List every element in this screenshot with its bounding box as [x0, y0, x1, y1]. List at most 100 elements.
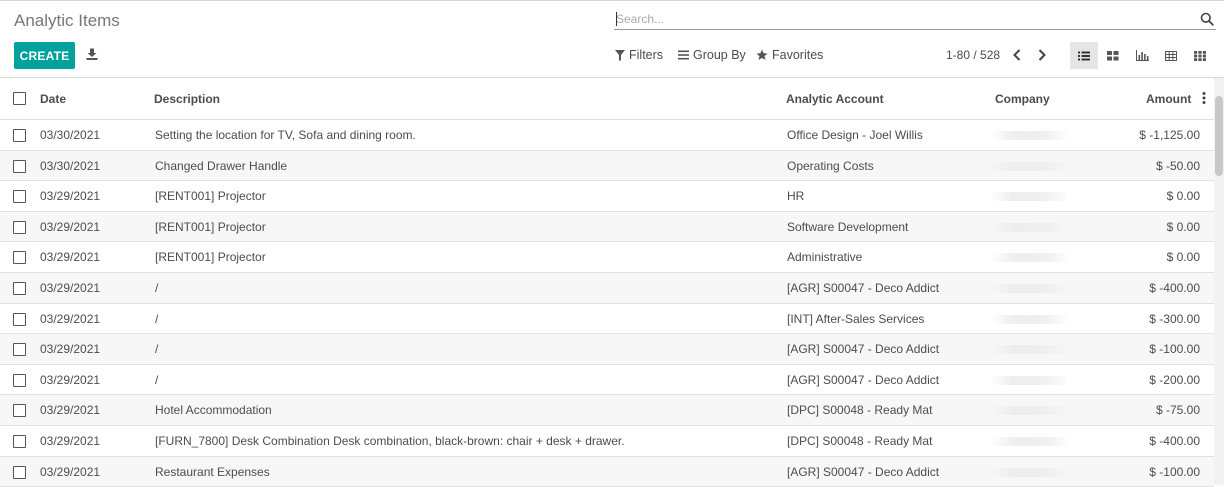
cell-amount: $ -100.00 [1149, 464, 1200, 479]
row-checkbox[interactable] [13, 434, 26, 448]
row-checkbox[interactable] [13, 220, 26, 234]
cell-description: / [155, 372, 159, 387]
cell-amount: $ -75.00 [1155, 403, 1200, 418]
table-row[interactable]: 03/29/2021 [RENT001] Projector Software … [0, 211, 1214, 243]
group-by-button[interactable]: Group By [678, 48, 746, 62]
row-checkbox[interactable] [13, 373, 26, 387]
table-row[interactable]: 03/30/2021 Changed Drawer Handle Operati… [0, 150, 1214, 182]
list-icon [1078, 51, 1090, 60]
cell-account: Administrative [787, 250, 863, 265]
cell-account: [INT] After-Sales Services [787, 311, 925, 326]
table-row[interactable]: 03/29/2021 Restaurant Expenses [AGR] S00… [0, 456, 1214, 487]
cell-company-blurred [990, 253, 1070, 263]
search-icon[interactable] [1200, 12, 1214, 26]
cell-date: 03/29/2021 [40, 433, 101, 448]
cell-account: Operating Costs [787, 158, 874, 173]
table-row[interactable]: 03/29/2021 / [AGR] S00047 - Deco Addict … [0, 364, 1214, 396]
table-row[interactable]: 03/29/2021 / [INT] After-Sales Services … [0, 303, 1214, 335]
row-checkbox[interactable] [13, 465, 26, 479]
table-row[interactable]: 03/30/2021 Setting the location for TV, … [0, 120, 1214, 151]
cell-description: / [155, 311, 159, 326]
cell-amount: $ -1,125.00 [1139, 128, 1200, 142]
cell-company-blurred [990, 161, 1070, 171]
cell-amount: $ 0.00 [1166, 189, 1200, 204]
cell-company-blurred [990, 131, 1070, 140]
cell-amount: $ -100.00 [1149, 342, 1200, 357]
cell-amount: $ -300.00 [1149, 311, 1200, 326]
cell-company-blurred [990, 283, 1070, 293]
cell-date: 03/29/2021 [40, 464, 101, 479]
favorites-button[interactable]: Favorites [756, 48, 823, 62]
cell-description: Changed Drawer Handle [155, 158, 288, 173]
table-row[interactable]: 03/29/2021 / [AGR] S00047 - Deco Addict … [0, 334, 1214, 365]
search-bar[interactable] [614, 10, 1216, 30]
cell-account: [DPC] S00048 - Ready Mat [787, 403, 933, 418]
search-input[interactable] [616, 10, 1186, 28]
table-row[interactable]: 03/29/2021 Hotel Accommodation [DPC] S00… [0, 395, 1214, 426]
group-by-label: Group By [693, 48, 746, 62]
table-row[interactable]: 03/29/2021 [RENT001] Projector Administr… [0, 242, 1214, 273]
column-header-account[interactable]: Analytic Account [786, 92, 884, 106]
grid-view-button[interactable] [1186, 42, 1214, 69]
cell-date: 03/29/2021 [40, 189, 101, 204]
row-checkbox[interactable] [13, 159, 26, 173]
list-view-button[interactable] [1070, 42, 1098, 69]
cell-date: 03/29/2021 [40, 280, 101, 295]
cell-account: [AGR] S00047 - Deco Addict [787, 342, 940, 357]
filters-label: Filters [629, 48, 664, 62]
scrollbar-thumb[interactable] [1215, 96, 1223, 176]
star-icon [756, 49, 768, 60]
column-header-company[interactable]: Company [995, 92, 1050, 106]
cell-account: HR [787, 189, 805, 204]
table-row[interactable]: 03/29/2021 / [AGR] S00047 - Deco Addict … [0, 272, 1214, 304]
cell-description: / [155, 280, 159, 295]
pivot-view-button[interactable] [1157, 42, 1185, 69]
cell-company-blurred [990, 314, 1070, 324]
cell-amount: $ -400.00 [1149, 280, 1200, 295]
filters-button[interactable]: Filters [615, 48, 663, 62]
cell-description: [FURN_7800] Desk Combination Desk combin… [155, 433, 625, 448]
table-row[interactable]: 03/29/2021 [FURN_7800] Desk Combination … [0, 425, 1214, 457]
kanban-icon [1107, 50, 1119, 60]
cell-description: / [155, 342, 159, 357]
cell-amount: $ -200.00 [1149, 372, 1200, 387]
cell-amount: $ 0.00 [1166, 219, 1200, 234]
more-options-icon[interactable] [1199, 91, 1209, 105]
cell-date: 03/29/2021 [40, 250, 101, 265]
row-checkbox[interactable] [13, 404, 26, 418]
column-header-description[interactable]: Description [154, 92, 220, 106]
column-header-amount[interactable]: Amount [1146, 92, 1191, 106]
graph-view-button[interactable] [1128, 42, 1156, 69]
kanban-view-button[interactable] [1099, 42, 1127, 69]
cell-account: Software Development [787, 219, 909, 234]
pager-value[interactable]: 1-80 / 528 [946, 48, 1000, 62]
select-all-checkbox[interactable] [13, 92, 26, 105]
chevron-right-icon[interactable] [1035, 47, 1049, 63]
bars-icon [678, 50, 689, 60]
favorites-label: Favorites [772, 48, 824, 62]
table-row[interactable]: 03/29/2021 [RENT001] Projector HR $ 0.00 [0, 181, 1214, 212]
row-checkbox[interactable] [13, 281, 26, 295]
cell-date: 03/29/2021 [40, 342, 101, 357]
cell-description: Restaurant Expenses [155, 464, 270, 479]
column-header-date[interactable]: Date [40, 92, 66, 106]
table-body: 03/30/2021 Setting the location for TV, … [0, 120, 1214, 487]
row-checkbox[interactable] [13, 129, 26, 142]
cell-company-blurred [990, 467, 1070, 477]
row-checkbox[interactable] [13, 251, 26, 265]
create-button[interactable]: CREATE [14, 42, 75, 69]
cell-description: [RENT001] Projector [155, 250, 266, 265]
row-checkbox[interactable] [13, 190, 26, 204]
cell-date: 03/30/2021 [40, 158, 101, 173]
chevron-left-icon[interactable] [1010, 47, 1024, 63]
cell-account: [AGR] S00047 - Deco Addict [787, 372, 940, 387]
row-checkbox[interactable] [13, 343, 26, 357]
table-header: Date Description Analytic Account Compan… [0, 78, 1214, 120]
cell-company-blurred [990, 222, 1070, 232]
row-checkbox[interactable] [13, 312, 26, 326]
cell-date: 03/29/2021 [40, 219, 101, 234]
cell-description: [RENT001] Projector [155, 189, 266, 204]
download-icon[interactable] [85, 47, 99, 61]
cell-description: [RENT001] Projector [155, 219, 266, 234]
cell-company-blurred [990, 436, 1070, 446]
